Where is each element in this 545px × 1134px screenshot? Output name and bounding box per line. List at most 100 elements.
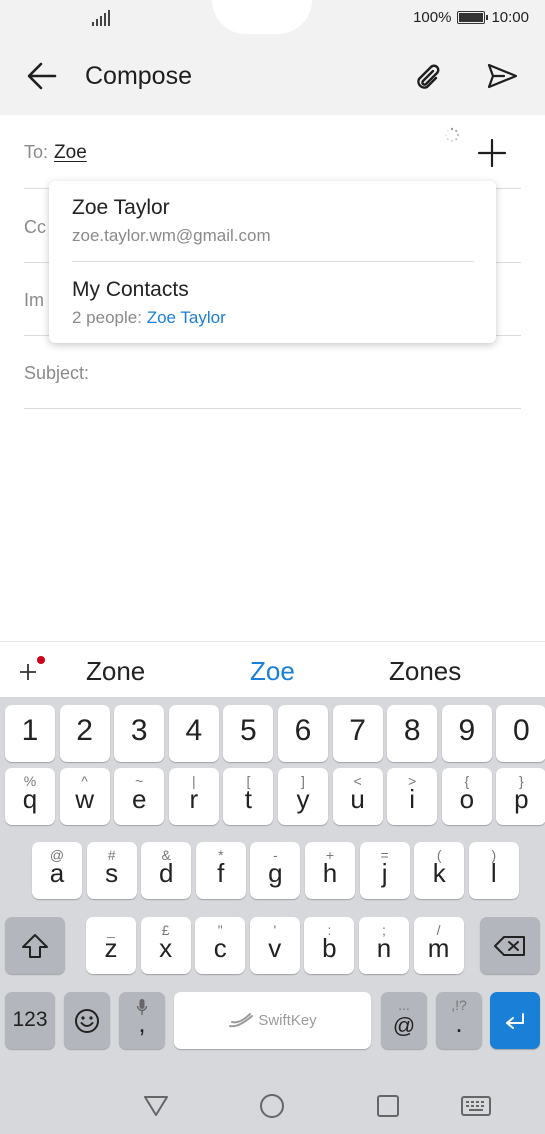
key-l[interactable]: ) l [468,842,519,899]
key-5[interactable]: 5 [223,705,274,762]
suggestion-item[interactable]: Zoe Taylor zoe.taylor.wm@gmail.com [72,196,474,262]
symbols-key[interactable]: 123 [5,992,55,1049]
key-label: d [158,858,174,888]
to-input[interactable]: Zoe [54,142,87,164]
to-field[interactable]: To: Zoe [24,115,521,189]
at-key[interactable]: ... @ [381,992,427,1049]
key-label: f [217,858,225,888]
key-label: a [49,858,65,888]
nav-home-button[interactable] [252,1086,292,1126]
key-8[interactable]: 8 [387,705,438,762]
key-1[interactable]: 1 [5,705,55,762]
key-t[interactable]: [t [223,768,274,825]
key-label: z [104,933,118,963]
key-label: s [105,858,119,888]
key-p[interactable]: } p [496,768,545,825]
key-label: p [514,784,529,814]
key-z[interactable]: _ z [86,917,136,974]
arrow-left-icon [27,62,57,90]
key-label: k [432,858,446,888]
send-button[interactable] [480,56,524,96]
shift-key[interactable] [5,917,65,974]
importance-label: Im [24,290,44,310]
app-bar: Compose [0,38,545,115]
key-label: j [381,858,388,888]
emoji-icon [75,1008,99,1033]
plus-icon [477,138,507,168]
nav-back-button[interactable] [136,1086,176,1126]
key-r[interactable]: | r [168,768,219,825]
prediction-item[interactable]: Zones [389,656,461,687]
enter-icon [506,1012,524,1029]
attach-button[interactable] [410,56,450,96]
navigation-bar [0,1064,545,1134]
space-bar-key[interactable]: SwiftKey [174,992,371,1049]
period-key[interactable]: ,!?. [436,992,482,1049]
key-label: 8 [403,714,421,747]
key-3[interactable]: 3 [114,705,165,762]
key-d[interactable]: & d [141,842,192,899]
send-icon [487,63,518,89]
subject-field[interactable]: Subject: [24,336,521,409]
key-g[interactable]: -g [250,842,301,899]
key-label: 0 [513,714,530,747]
key-i[interactable]: > i [387,768,438,825]
key-0[interactable]: 0 [496,705,545,762]
key-x[interactable]: £ x [140,917,191,974]
key-9[interactable]: 9 [441,705,492,762]
key-e[interactable]: ~ e [114,768,165,825]
keyboard: 1 2 3 4 5 6 7 8 9 0% q ^ w ~ e | r[t] y < u > i{o} p @ a # s & d * f - g… [0,697,545,1064]
suggestion-item[interactable]: My Contacts 2 people: Zoe Taylor [72,278,474,334]
key-7[interactable]: 7 [332,705,383,762]
key-2[interactable]: 2 [59,705,110,762]
backspace-icon [494,935,525,956]
key-label: m [427,933,450,963]
suggestion-name: My Contacts [72,278,189,301]
key-w[interactable]: ^ w [59,768,110,825]
key-label: 7 [349,714,366,747]
suggestion-detail: 2 people: Zoe Taylor [72,308,474,328]
page-title: Compose [85,62,192,90]
prediction-item[interactable]: Zone [86,656,145,687]
backspace-key[interactable] [480,917,540,974]
key-label: y [296,784,310,814]
suggestion-email: zoe.taylor.wm@gmail.com [72,226,271,245]
key-h[interactable]: + h [305,842,355,899]
key-f[interactable]: * f [195,842,246,899]
key-v[interactable]: ' v [249,917,300,974]
key-6[interactable]: 6 [278,705,328,762]
add-recipient-button[interactable] [472,133,512,173]
key-u[interactable]: < u [332,768,383,825]
key-label: c [213,933,227,963]
nav-keyboard-button[interactable] [456,1086,496,1126]
recipient-suggestions: Zoe Taylor zoe.taylor.wm@gmail.com My Co… [49,181,496,343]
clock: 10:00 [491,9,529,26]
key-c[interactable]: " c [195,917,246,974]
nav-recents-button[interactable] [368,1086,408,1126]
suggestion-member-link[interactable]: Zoe Taylor [147,308,226,327]
key-s[interactable]: # s [86,842,137,899]
cc-label: Cc [24,217,46,237]
back-button[interactable] [22,56,62,96]
keyboard-icon [461,1096,491,1116]
key-label: b [322,933,337,963]
key-o[interactable]: {o [441,768,492,825]
key-4[interactable]: 4 [168,705,219,762]
key-y[interactable]: ] y [278,768,328,825]
camera-notch [212,0,312,34]
emoji-key[interactable] [64,992,110,1049]
enter-key[interactable] [490,992,540,1049]
key-q[interactable]: % q [5,768,55,825]
key-label: w [75,784,94,814]
comma-mic-key[interactable]: , [119,992,165,1049]
key-j[interactable]: = j [359,842,410,899]
key-label: . [455,1008,463,1038]
key-label: e [131,784,147,814]
microphone-icon [136,999,148,1015]
key-m[interactable]: / m [413,917,464,974]
key-b[interactable]: :b [304,917,355,974]
key-k[interactable]: (k [414,842,465,899]
key-n[interactable]: ; n [359,917,409,974]
key-a[interactable]: @ a [32,842,82,899]
prediction-item-selected[interactable]: Zoe [250,656,295,687]
